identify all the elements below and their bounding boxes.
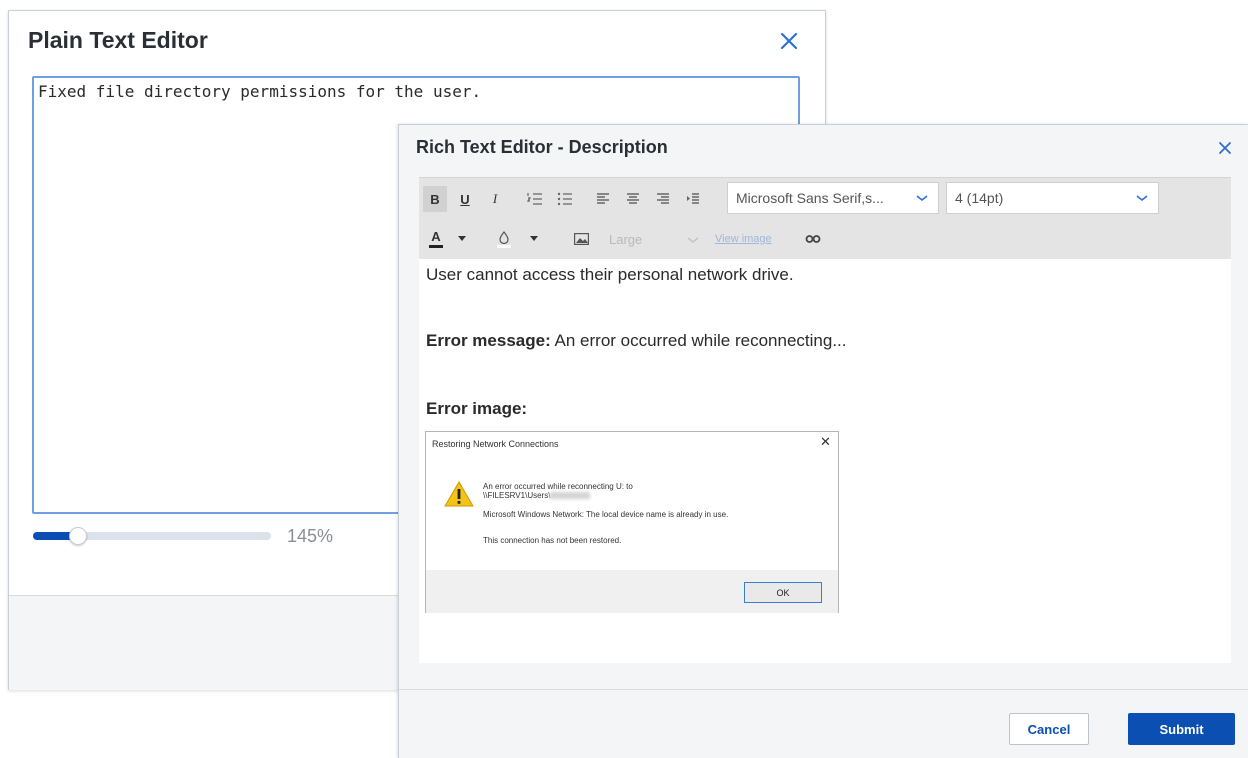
rich-editor-toolbar: B U I Microsoft Sans Serif,s... 4 (14pt) — [419, 177, 1231, 259]
align-right-icon — [657, 193, 669, 204]
error-message-text: An error occurred while reconnecting... — [550, 331, 847, 350]
rich-editor-close-button[interactable] — [1216, 139, 1234, 157]
font-color-dropdown[interactable] — [453, 226, 471, 252]
italic-button[interactable]: I — [483, 186, 507, 212]
indent-icon — [687, 193, 699, 204]
image-size-value: Large — [609, 231, 643, 247]
error-dialog-path: \\FILESRV1\Users\ — [483, 491, 633, 500]
font-family-select[interactable]: Microsoft Sans Serif,s... — [727, 182, 939, 214]
link-button[interactable] — [801, 226, 825, 252]
plain-text-content: Fixed file directory permissions for the… — [38, 82, 482, 101]
error-dialog-title: Restoring Network Connections — [432, 439, 559, 449]
highlight-color-dropdown[interactable] — [525, 226, 543, 252]
error-message-label: Error message: — [426, 331, 551, 350]
underline-button[interactable]: U — [453, 186, 477, 212]
close-icon — [1219, 142, 1231, 154]
image-icon — [573, 233, 589, 245]
rich-editor-title: Rich Text Editor - Description — [416, 137, 668, 157]
error-message-line: Error message: An error occurred while r… — [426, 331, 847, 351]
font-family-value: Microsoft Sans Serif,s... — [736, 190, 884, 206]
font-color-button[interactable]: A — [425, 226, 447, 252]
caret-down-icon — [458, 236, 466, 241]
rich-editor-divider — [399, 689, 1248, 690]
bullet-list-button[interactable] — [553, 186, 577, 212]
link-icon — [805, 235, 821, 243]
zoom-slider[interactable] — [33, 527, 271, 545]
redacted-username — [550, 492, 591, 500]
embedded-error-screenshot[interactable]: Restoring Network Connections ✕ An error… — [425, 431, 839, 613]
cancel-button[interactable]: Cancel — [1009, 713, 1089, 745]
submit-button[interactable]: Submit — [1128, 713, 1235, 745]
chevron-down-icon — [1136, 195, 1148, 202]
align-center-button[interactable] — [621, 186, 645, 212]
font-color-glyph: A — [431, 229, 441, 244]
close-icon — [780, 32, 798, 50]
align-center-icon — [627, 193, 639, 204]
error-dialog-line1: An error occurred while reconnecting U: … — [483, 482, 633, 491]
font-size-select[interactable]: 4 (14pt) — [946, 182, 1159, 214]
rich-text-editor-dialog: Rich Text Editor - Description B U I Mic… — [398, 124, 1248, 758]
error-image-label: Error image: — [426, 399, 528, 418]
highlight-color-swatch — [497, 244, 511, 248]
error-dialog-ok-button: OK — [744, 582, 822, 603]
font-color-swatch — [429, 245, 443, 248]
chevron-down-icon — [687, 237, 699, 244]
font-size-value: 4 (14pt) — [955, 190, 1004, 206]
error-dialog-line4: This connection has not been restored. — [483, 536, 622, 545]
warning-icon — [444, 481, 474, 507]
error-dialog-footer: OK — [426, 570, 838, 613]
insert-image-button[interactable] — [569, 226, 593, 252]
description-line: User cannot access their personal networ… — [426, 265, 794, 284]
bold-button[interactable]: B — [423, 186, 447, 212]
plain-editor-close-button[interactable] — [777, 29, 801, 53]
close-icon: ✕ — [820, 434, 831, 449]
zoom-level: 145% — [287, 526, 334, 546]
bullet-list-icon — [557, 192, 572, 206]
image-size-select[interactable]: Large — [603, 226, 707, 252]
plain-editor-title: Plain Text Editor — [28, 27, 208, 53]
error-dialog-line3: Microsoft Windows Network: The local dev… — [483, 510, 729, 519]
paint-drop-icon — [499, 230, 509, 244]
align-left-button[interactable] — [591, 186, 615, 212]
caret-down-icon — [530, 236, 538, 241]
error-dialog-message: An error occurred while reconnecting U: … — [483, 482, 633, 500]
ordered-list-icon — [527, 193, 542, 205]
zoom-slider-handle[interactable] — [69, 527, 88, 545]
indent-button[interactable] — [681, 186, 705, 212]
align-left-icon — [597, 193, 609, 204]
align-right-button[interactable] — [651, 186, 675, 212]
chevron-down-icon — [916, 195, 928, 202]
rich-text-area[interactable]: User cannot access their personal networ… — [419, 259, 1231, 663]
ordered-list-button[interactable] — [523, 186, 547, 212]
highlight-color-button[interactable] — [493, 226, 515, 252]
view-image-link[interactable]: View image — [715, 233, 772, 245]
